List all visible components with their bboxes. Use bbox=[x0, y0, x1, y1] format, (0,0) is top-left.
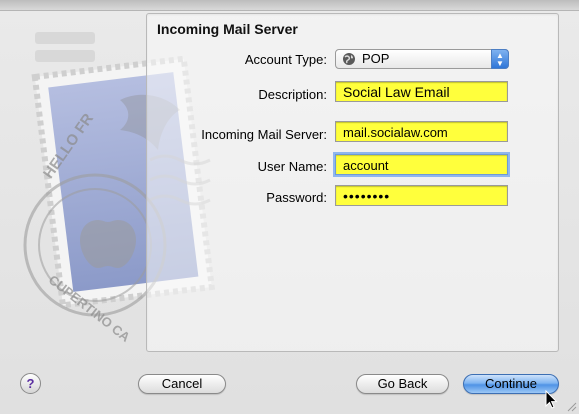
go-back-button[interactable]: Go Back bbox=[356, 374, 449, 394]
popup-arrows-icon: ▲ ▼ bbox=[491, 49, 509, 69]
description-label: Description: bbox=[258, 87, 327, 102]
user-name-label: User Name: bbox=[257, 159, 327, 174]
account-type-popup[interactable]: POP ▲ ▼ bbox=[335, 49, 509, 69]
mouse-pointer-icon bbox=[545, 390, 558, 409]
globe-icon bbox=[343, 53, 355, 65]
help-button[interactable]: ? bbox=[20, 373, 41, 394]
account-type-value: POP bbox=[362, 51, 390, 66]
user-name-field[interactable]: account bbox=[335, 154, 508, 175]
resize-grip-icon[interactable] bbox=[565, 400, 577, 412]
incoming-server-label: Incoming Mail Server: bbox=[201, 127, 327, 142]
section-title: Incoming Mail Server bbox=[157, 21, 298, 37]
cancel-button[interactable]: Cancel bbox=[138, 374, 226, 394]
description-field[interactable]: Social Law Email bbox=[335, 81, 508, 102]
password-field[interactable]: •••••••• bbox=[335, 185, 508, 206]
password-label: Password: bbox=[266, 190, 327, 205]
account-type-label: Account Type: bbox=[244, 52, 327, 67]
incoming-server-field[interactable]: mail.socialaw.com bbox=[335, 121, 508, 142]
